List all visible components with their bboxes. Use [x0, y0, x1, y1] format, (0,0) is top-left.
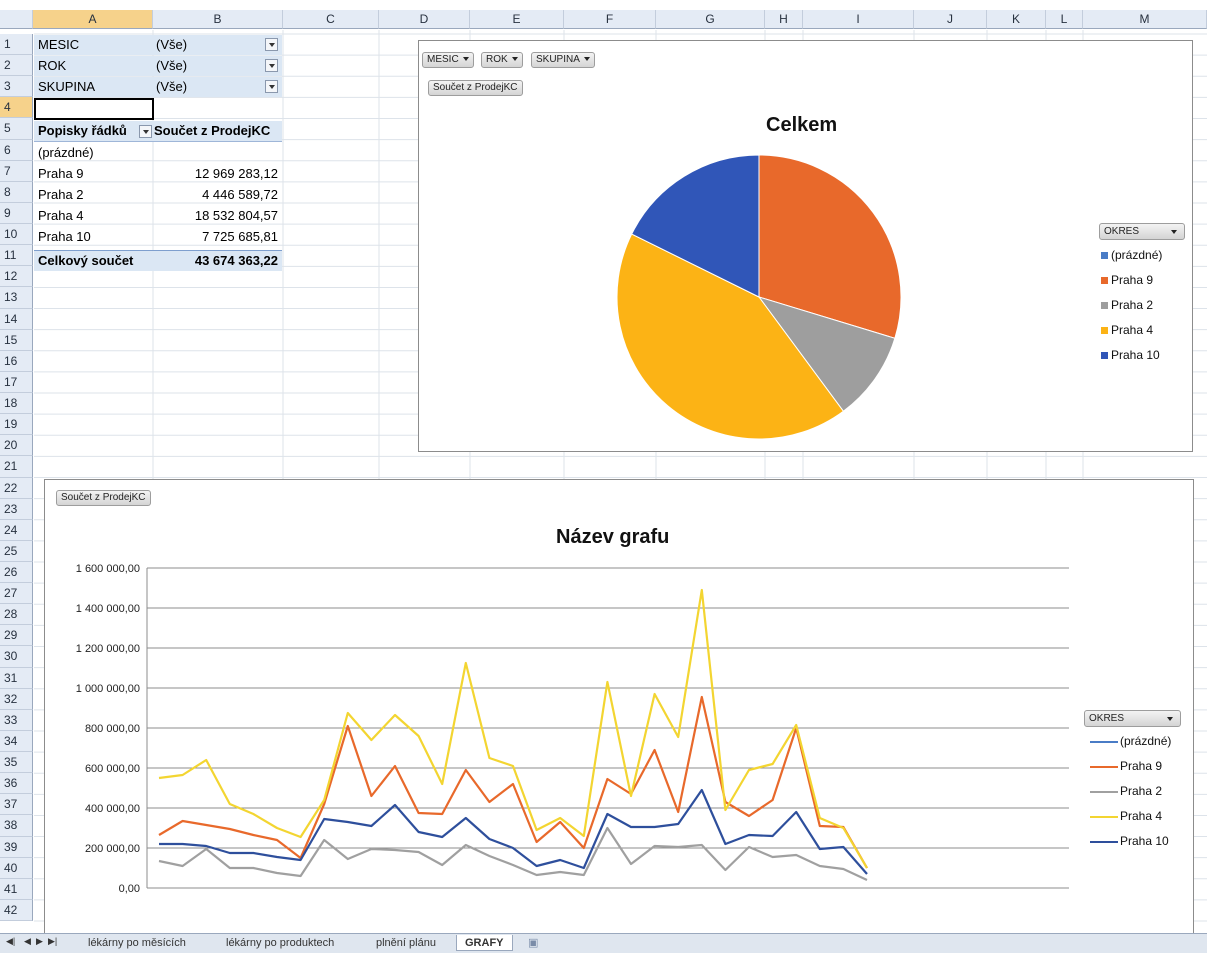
legend-okres-label: OKRES [1089, 713, 1125, 724]
legend-label: Praha 9 [1120, 759, 1163, 773]
last-sheet-icon[interactable]: ▶| [48, 936, 57, 947]
filter-label-rok: ROK [34, 56, 152, 76]
pivot-row-label: Praha 2 [38, 187, 84, 202]
legend-item: Praha 9 [1101, 273, 1153, 287]
tab-lekarny-po-produktech[interactable]: lékárny po produktech [218, 935, 342, 951]
pivot-row-label: Praha 10 [38, 229, 91, 244]
pivot-row-value: 7 725 685,81 [202, 229, 278, 244]
legend-item: Praha 10 [1090, 834, 1169, 848]
filter-value-rok[interactable]: (Vše) [152, 56, 282, 76]
legend-label: Praha 2 [1120, 784, 1163, 798]
chevron-down-icon [462, 57, 469, 62]
field-button-skupina[interactable]: SKUPINA [531, 52, 595, 68]
legend-okres-button[interactable]: OKRES [1099, 223, 1185, 240]
pie-chart[interactable]: MESIC ROK SKUPINA Součet z ProdejKC Celk… [418, 40, 1193, 452]
pivot-total-value: 43 674 363,22 [152, 250, 282, 271]
active-cell-a4[interactable] [34, 98, 154, 120]
pivot-row-label: (prázdné) [38, 145, 94, 160]
legend-swatch [1101, 327, 1108, 335]
filter-value-mesic[interactable]: (Vše) [152, 35, 282, 55]
pivot-header-sum: Součet z ProdejKC [152, 121, 282, 142]
legend-label: Praha 2 [1111, 298, 1154, 312]
chevron-down-icon [1167, 717, 1173, 721]
y-tick-label: 800 000,00 [85, 723, 140, 735]
pie-plot[interactable] [609, 147, 909, 447]
legend-swatch [1101, 252, 1108, 260]
pivot-row-value [152, 143, 282, 164]
legend-item: Praha 2 [1101, 298, 1153, 312]
legend-label: (prázdné) [1120, 734, 1172, 748]
legend-label: Praha 4 [1111, 323, 1154, 337]
line-chart[interactable]: Součet z ProdejKC Název grafu 0,00 200 00… [44, 479, 1194, 939]
legend-label: (prázdné) [1111, 248, 1163, 262]
filter-label-mesic: MESIC [34, 35, 152, 55]
legend-okres-label: OKRES [1104, 226, 1140, 237]
pivot-row-label: Praha 9 [38, 166, 84, 181]
field-button-label: MESIC [427, 54, 459, 65]
y-tick-label: 1 600 000,00 [76, 563, 140, 575]
legend-swatch [1101, 277, 1108, 285]
row-labels-dropdown[interactable] [139, 125, 152, 138]
legend-line [1090, 790, 1118, 793]
y-tick-label: 0,00 [119, 883, 140, 895]
pivot-row-value: 18 532 804,57 [194, 208, 278, 223]
pivot-row-value: 12 969 283,12 [194, 166, 278, 181]
first-sheet-icon[interactable]: ◀| [6, 936, 15, 947]
series-line-praha-10[interactable] [159, 788, 868, 875]
legend-line [1090, 740, 1118, 743]
legend-line [1090, 765, 1118, 768]
prev-sheet-icon[interactable]: ◀ [24, 936, 31, 947]
legend-item: Praha 4 [1101, 323, 1153, 337]
filter-value-skupina[interactable]: (Vše) [152, 77, 282, 97]
legend-label: Praha 4 [1120, 809, 1163, 823]
legend-label: Praha 10 [1111, 348, 1160, 362]
y-tick-label: 1 000 000,00 [76, 683, 140, 695]
field-button-mesic[interactable]: MESIC [422, 52, 474, 68]
tab-lekarny-po-mesicich[interactable]: lékárny po měsících [80, 935, 194, 951]
y-tick-label: 200 000,00 [85, 843, 140, 855]
legend-label: Praha 10 [1120, 834, 1169, 848]
legend-item: (prázdné) [1101, 248, 1162, 262]
legend-swatch [1101, 302, 1108, 310]
pivot-row-label: Praha 4 [38, 208, 84, 223]
y-tick-label: 600 000,00 [85, 763, 140, 775]
value-field-label: Součet z ProdejKC [433, 82, 518, 93]
legend-label: Praha 9 [1111, 273, 1154, 287]
chevron-down-icon [511, 57, 518, 62]
sheet-tab-bar: ◀| ◀ ▶ ▶| lékárny po měsících lékárny po… [0, 933, 1207, 953]
legend-item: Praha 10 [1101, 348, 1160, 362]
pivot-total-label: Celkový součet [34, 250, 152, 271]
field-button-rok[interactable]: ROK [481, 52, 523, 68]
legend-swatch [1101, 352, 1108, 360]
y-tick-label: 1 400 000,00 [76, 603, 140, 615]
y-tick-label: 1 200 000,00 [76, 643, 140, 655]
field-button-label: ROK [486, 54, 508, 65]
legend-item: Praha 4 [1090, 809, 1162, 823]
filter-label-skupina: SKUPINA [34, 77, 152, 97]
legend-line [1090, 840, 1118, 843]
chevron-down-icon [583, 57, 590, 62]
chevron-down-icon [1171, 230, 1177, 234]
filter-dropdown-skupina[interactable] [265, 80, 278, 93]
next-sheet-icon[interactable]: ▶ [36, 936, 43, 947]
legend-okres-button[interactable]: OKRES [1084, 710, 1181, 727]
series-line-praha-4[interactable] [158, 588, 868, 869]
y-tick-label: 400 000,00 [85, 803, 140, 815]
field-button-label: SKUPINA [536, 54, 580, 65]
legend-item: Praha 2 [1090, 784, 1162, 798]
tab-grafy[interactable]: GRAFY [456, 935, 513, 951]
pie-chart-title: Celkem [766, 114, 838, 136]
pivot-header-row-labels: Popisky řádků [34, 121, 152, 142]
legend-line [1090, 815, 1118, 818]
filter-dropdown-mesic[interactable] [265, 38, 278, 51]
tab-plneni-planu[interactable]: plnění plánu [368, 935, 444, 951]
series-line-praha-9[interactable] [158, 695, 868, 869]
legend-item: (prázdné) [1090, 734, 1171, 748]
filter-dropdown-rok[interactable] [265, 59, 278, 72]
line-plot[interactable]: 0,00 200 000,00 400 000,00 600 000,00 800 00… [45, 480, 1195, 940]
pivot-row-value: 4 446 589,72 [202, 187, 278, 202]
value-field-button[interactable]: Součet z ProdejKC [428, 80, 523, 96]
legend-item: Praha 9 [1090, 759, 1162, 773]
insert-sheet-icon[interactable]: ▣ [520, 935, 546, 951]
